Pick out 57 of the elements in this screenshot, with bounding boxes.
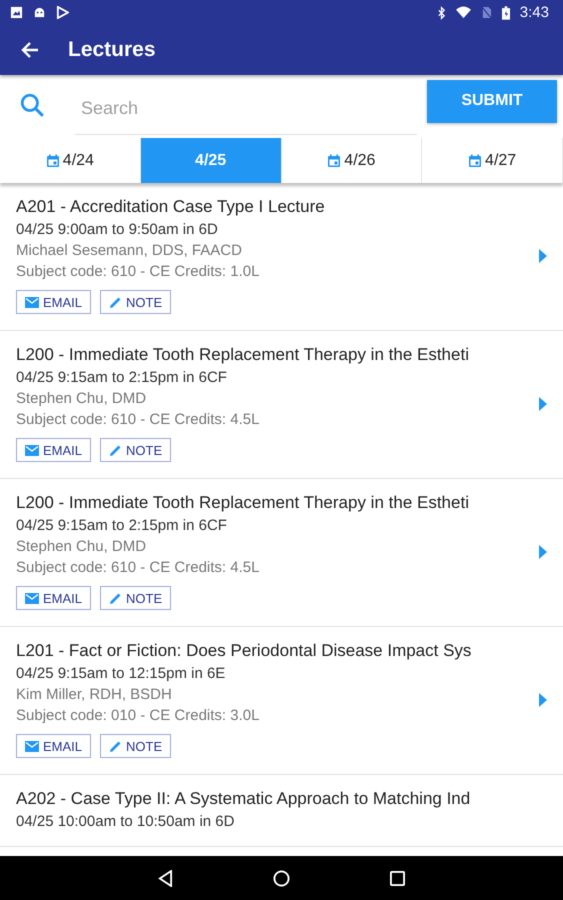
credits-text: Subject code: 610 - CE Credits: 4.5L bbox=[16, 411, 260, 428]
lecture-time: 04/25 9:15am to 12:15pm in 6E bbox=[16, 665, 226, 682]
calendar-icon bbox=[468, 154, 482, 168]
lecture-title[interactable]: A202 - Case Type II: A Systematic Approach to Matching Ind bbox=[16, 789, 547, 809]
lecture-time: 04/25 9:15am to 2:15pm in 6CF bbox=[16, 369, 228, 386]
date-tab[interactable]: 4/27 bbox=[422, 138, 563, 183]
note-button[interactable]: NOTE bbox=[100, 290, 172, 314]
note-button[interactable]: NOTE bbox=[100, 586, 172, 610]
email-button[interactable]: EMAIL bbox=[16, 586, 92, 610]
speaker-name: Kim Miller, RDH, BSDH bbox=[16, 686, 173, 703]
lecture-title[interactable]: L200 - Immediate Tooth Replacement Therapy in the Estheti bbox=[16, 345, 531, 365]
lecture-time: 04/25 9:00am to 9:50am in 6D bbox=[16, 221, 219, 238]
speaker-name: Michael Sesemann, DDS, FAACD bbox=[16, 242, 243, 259]
image-icon bbox=[10, 6, 23, 19]
lecture-title[interactable]: L201 - Fact or Fiction: Does Periodontal Disease Impact Sys bbox=[16, 641, 531, 661]
speaker-name: Stephen Chu, DMD bbox=[16, 538, 148, 555]
email-button[interactable]: EMAIL bbox=[16, 290, 92, 314]
note-button[interactable]: NOTE bbox=[100, 438, 172, 462]
search-icon bbox=[19, 92, 45, 118]
chevron-right-icon[interactable] bbox=[539, 692, 547, 706]
credits-text: Subject code: 610 - CE Credits: 4.5L bbox=[16, 559, 260, 576]
pencil-icon bbox=[109, 592, 122, 604]
back-nav-icon[interactable] bbox=[158, 870, 173, 886]
chevron-right-icon[interactable] bbox=[539, 396, 547, 410]
envelope-icon bbox=[25, 592, 39, 604]
email-button[interactable]: EMAIL bbox=[16, 734, 92, 758]
chevron-right-icon[interactable] bbox=[539, 544, 547, 558]
home-nav-icon[interactable] bbox=[273, 870, 290, 886]
lecture-time: 04/25 10:00am to 10:50am in 6D bbox=[16, 813, 236, 830]
credits-text: Subject code: 610 - CE Credits: 1.0L bbox=[16, 263, 260, 280]
wifi-icon bbox=[456, 6, 471, 19]
email-button[interactable]: EMAIL bbox=[16, 438, 92, 462]
battery-icon bbox=[502, 6, 510, 20]
pencil-icon bbox=[109, 296, 122, 308]
pencil-icon bbox=[109, 740, 122, 752]
screen-title: Lectures bbox=[68, 38, 156, 62]
date-tab[interactable]: 4/26 bbox=[282, 138, 422, 183]
clock-time: 3:43 bbox=[520, 4, 549, 21]
recents-nav-icon[interactable] bbox=[390, 870, 405, 886]
lecture-title[interactable]: A201 - Accreditation Case Type I Lecture bbox=[16, 197, 531, 217]
envelope-icon bbox=[25, 444, 39, 456]
play-store-icon bbox=[56, 6, 69, 19]
calendar-icon bbox=[46, 154, 60, 168]
no-sim-icon bbox=[480, 6, 492, 19]
lecture-title[interactable]: L200 - Immediate Tooth Replacement Therapy in the Estheti bbox=[16, 493, 531, 513]
date-tab[interactable]: 4/24 bbox=[0, 138, 141, 183]
speaker-name: Stephen Chu, DMD bbox=[16, 390, 148, 407]
bluetooth-icon bbox=[436, 6, 446, 20]
pencil-icon bbox=[109, 444, 122, 456]
envelope-icon bbox=[25, 296, 39, 308]
envelope-icon bbox=[25, 740, 39, 752]
lecture-time: 04/25 9:15am to 2:15pm in 6CF bbox=[16, 517, 228, 534]
calendar-icon bbox=[327, 154, 342, 168]
chevron-right-icon[interactable] bbox=[539, 248, 547, 262]
back-arrow-icon[interactable] bbox=[20, 40, 40, 60]
credits-text: Subject code: 010 - CE Credits: 3.0L bbox=[16, 707, 260, 724]
note-button[interactable]: NOTE bbox=[100, 734, 172, 758]
